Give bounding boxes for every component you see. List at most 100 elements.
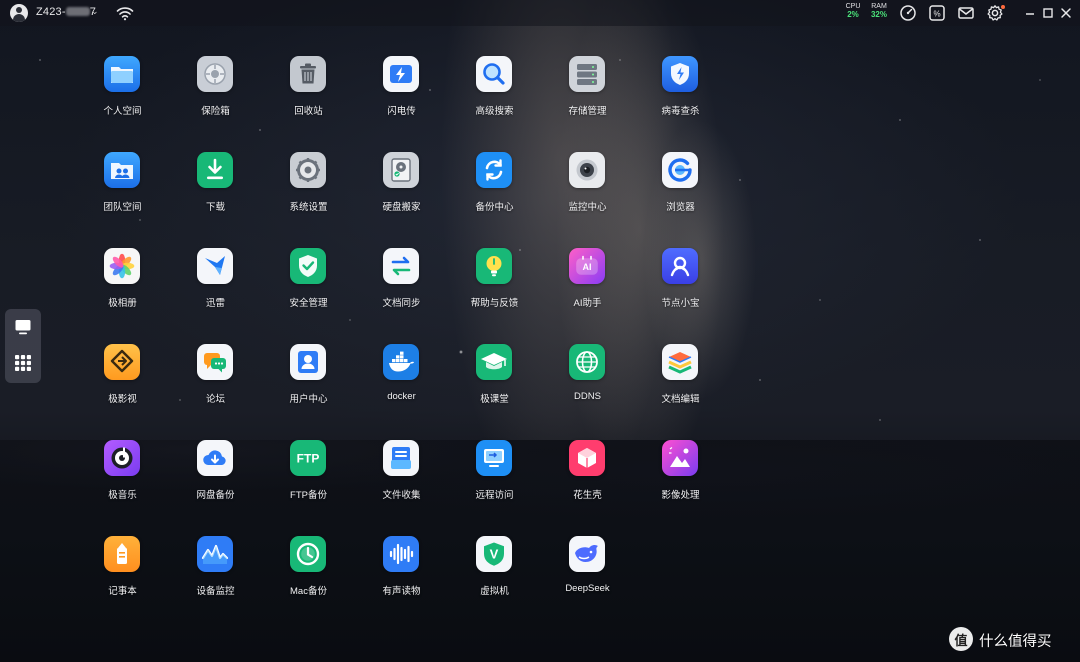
app-personal-space[interactable]: 个人空间 [76,52,169,148]
app-flash-transfer[interactable]: 闪电传 [355,52,448,148]
app-user-center[interactable]: 用户中心 [262,340,355,436]
music-icon[interactable] [104,440,140,476]
forum-icon[interactable] [197,344,233,380]
app-ftp[interactable]: FTP FTP备份 [262,436,355,532]
app-camera[interactable]: 监控中心 [541,148,634,244]
app-search[interactable]: 高级搜索 [448,52,541,148]
personal-space-icon[interactable] [104,56,140,92]
image-process-icon[interactable] [662,440,698,476]
search-icon[interactable] [476,56,512,92]
settings-icon[interactable] [290,152,326,188]
device-name[interactable]: Z423- 7 [36,6,96,18]
doc-edit-icon[interactable] [662,344,698,380]
app-security[interactable]: 安全管理 [262,244,355,340]
app-cloud-backup[interactable]: 网盘备份 [169,436,262,532]
app-mac-backup[interactable]: Mac备份 [262,532,355,628]
app-settings[interactable]: 系统设置 [262,148,355,244]
app-forum[interactable]: 论坛 [169,340,262,436]
ftp-icon[interactable]: FTP [290,440,326,476]
xunlei-icon[interactable] [197,248,233,284]
cpu-usage[interactable]: CPU 2% [842,3,864,19]
app-label: FTP备份 [290,490,327,501]
browser-icon[interactable] [662,152,698,188]
device-monitor-icon[interactable] [197,536,233,572]
app-safe[interactable]: 保险箱 [169,52,262,148]
app-disk-migration[interactable]: 硬盘搬家 [355,148,448,244]
app-music[interactable]: 极音乐 [76,436,169,532]
app-backup-center[interactable]: 备份中心 [448,148,541,244]
resource-monitor-icon[interactable]: % [928,4,946,22]
minimize-icon[interactable] [1023,5,1037,21]
photos-icon[interactable] [104,248,140,284]
docker-icon[interactable] [383,344,419,380]
app-trash[interactable]: 回收站 [262,52,355,148]
app-label: 监控中心 [568,202,607,213]
app-image-process[interactable]: 影像处理 [634,436,727,532]
file-collect-icon[interactable] [383,440,419,476]
remote-access-icon[interactable] [476,440,512,476]
app-node[interactable]: 节点小宝 [634,244,727,340]
backup-center-icon[interactable] [476,152,512,188]
antivirus-icon[interactable] [662,56,698,92]
wifi-icon[interactable] [116,5,134,21]
app-antivirus[interactable]: 病毒查杀 [634,52,727,148]
app-team-space[interactable]: 团队空间 [76,148,169,244]
app-docker[interactable]: docker [355,340,448,436]
ai-assistant-icon[interactable]: AI [569,248,605,284]
team-space-icon[interactable] [104,152,140,188]
app-file-collect[interactable]: 文件收集 [355,436,448,532]
app-classroom[interactable]: 极课堂 [448,340,541,436]
mac-backup-icon[interactable] [290,536,326,572]
user-center-icon[interactable] [290,344,326,380]
app-doc-sync[interactable]: 文档同步 [355,244,448,340]
maximize-icon[interactable] [1041,5,1055,21]
app-doc-edit[interactable]: 文档编辑 [634,340,727,436]
camera-icon[interactable] [569,152,605,188]
desktop-icon[interactable] [14,318,32,336]
avatar[interactable] [10,4,28,22]
safe-icon[interactable] [197,56,233,92]
disk-migration-icon[interactable] [383,152,419,188]
app-device-monitor[interactable]: 设备监控 [169,532,262,628]
ram-usage[interactable]: RAM 32% [868,3,890,19]
speedometer-icon[interactable] [899,4,917,22]
app-browser[interactable]: 浏览器 [634,148,727,244]
trash-icon[interactable] [290,56,326,92]
app-audiobook[interactable]: 有声读物 [355,532,448,628]
storage-icon[interactable] [569,56,605,92]
cloud-backup-icon[interactable] [197,440,233,476]
flash-transfer-icon[interactable] [383,56,419,92]
app-help[interactable]: 帮助与反馈 [448,244,541,340]
app-photos[interactable]: 极相册 [76,244,169,340]
close-icon[interactable] [1059,5,1073,21]
app-xunlei[interactable]: 迅雷 [169,244,262,340]
chevron-down-icon[interactable]: ⌄ [91,6,99,17]
download-icon[interactable] [197,152,233,188]
classroom-icon[interactable] [476,344,512,380]
deepseek-icon[interactable] [569,536,605,572]
app-vm[interactable]: V 虚拟机 [448,532,541,628]
video-icon[interactable] [104,344,140,380]
app-peanut[interactable]: 花生壳 [541,436,634,532]
app-ddns[interactable]: DDNS [541,340,634,436]
mail-icon[interactable] [957,4,975,22]
app-grid-icon[interactable] [14,354,32,372]
help-icon[interactable] [476,248,512,284]
app-deepseek[interactable]: DeepSeek [541,532,634,628]
app-storage[interactable]: 存储管理 [541,52,634,148]
peanut-icon[interactable] [569,440,605,476]
ddns-icon[interactable] [569,344,605,380]
app-download[interactable]: 下载 [169,148,262,244]
security-icon[interactable] [290,248,326,284]
app-notepad[interactable]: 记事本 [76,532,169,628]
app-remote-access[interactable]: 远程访问 [448,436,541,532]
side-dock [5,309,41,383]
doc-sync-icon[interactable] [383,248,419,284]
audiobook-icon[interactable] [383,536,419,572]
node-icon[interactable] [662,248,698,284]
app-label: 存储管理 [568,106,607,117]
vm-icon[interactable]: V [476,536,512,572]
app-ai-assistant[interactable]: AI AI助手 [541,244,634,340]
app-video[interactable]: 极影视 [76,340,169,436]
notepad-icon[interactable] [104,536,140,572]
